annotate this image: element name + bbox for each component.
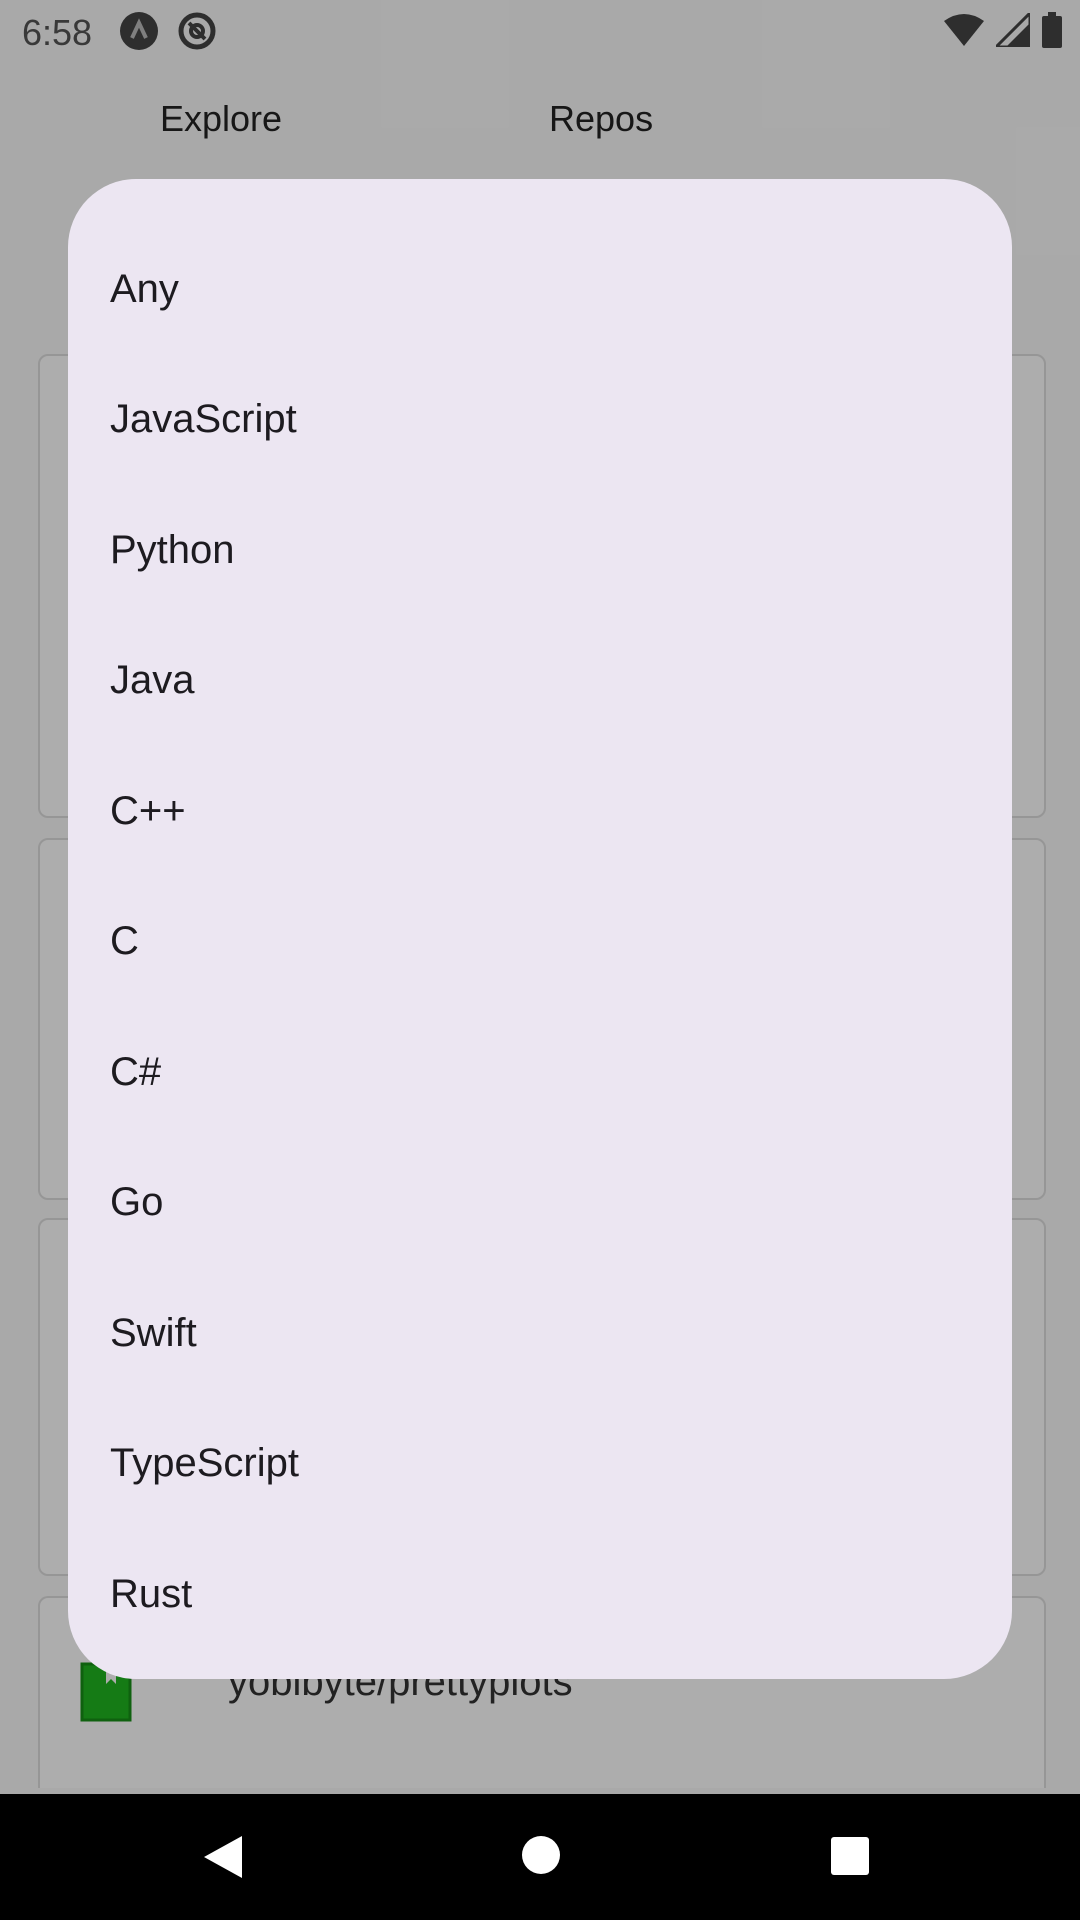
language-select-dialog: Any JavaScript Python Java C++ C C# Go S… (68, 179, 1012, 1679)
language-option-any[interactable]: Any (68, 224, 1012, 355)
language-option-c[interactable]: C (68, 877, 1012, 1008)
recents-icon[interactable] (830, 1836, 870, 1881)
language-option-rust[interactable]: Rust (68, 1529, 1012, 1660)
language-option-typescript[interactable]: TypeScript (68, 1399, 1012, 1530)
back-icon[interactable] (202, 1834, 244, 1885)
language-option-csharp[interactable]: C# (68, 1007, 1012, 1138)
language-option-cpp[interactable]: C++ (68, 746, 1012, 877)
language-option-python[interactable]: Python (68, 485, 1012, 616)
home-icon[interactable] (520, 1834, 562, 1881)
language-option-javascript[interactable]: JavaScript (68, 355, 1012, 486)
navigation-bar (0, 1794, 1080, 1920)
language-options-list: Any JavaScript Python Java C++ C C# Go S… (68, 224, 1012, 1660)
language-option-swift[interactable]: Swift (68, 1268, 1012, 1399)
language-option-java[interactable]: Java (68, 616, 1012, 747)
language-option-go[interactable]: Go (68, 1138, 1012, 1269)
